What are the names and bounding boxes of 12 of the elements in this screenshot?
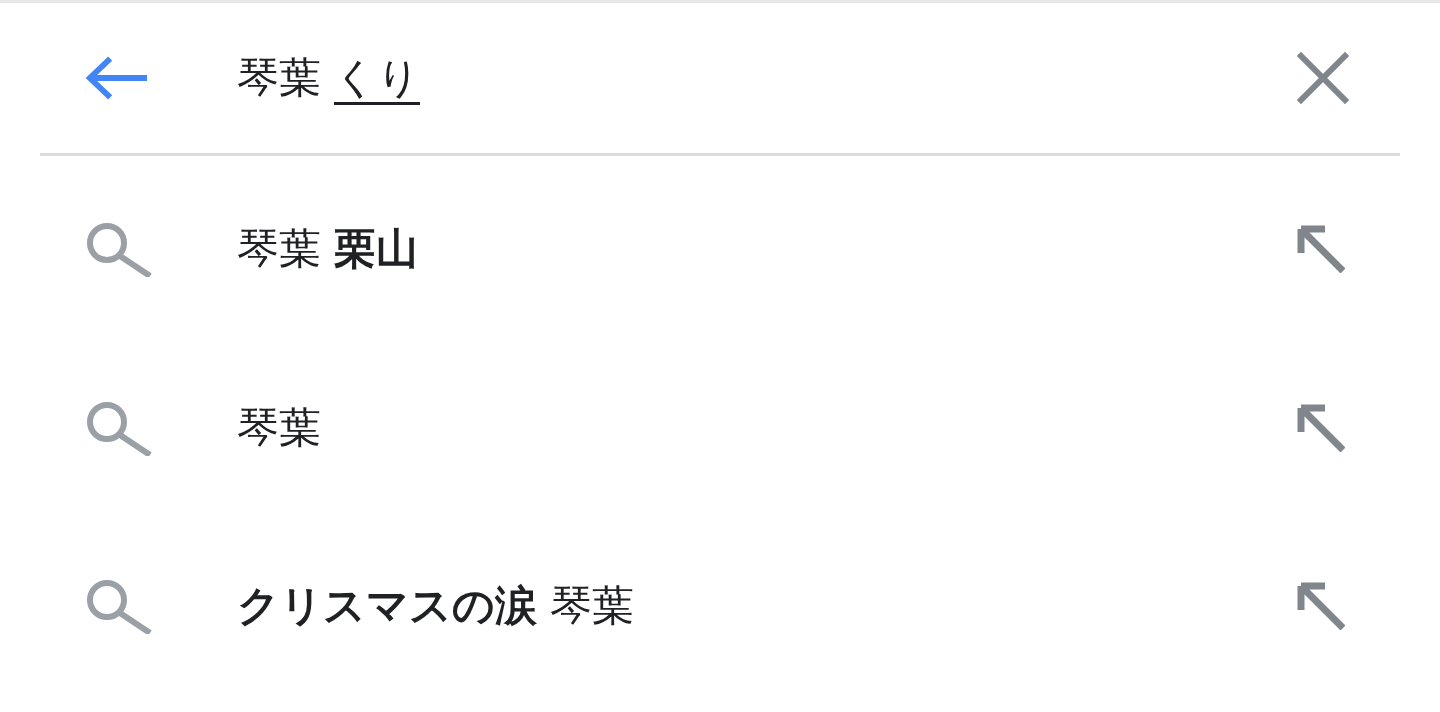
search-icon [85, 400, 155, 456]
search-icon [85, 578, 155, 634]
search-field[interactable]: 琴葉 くり [237, 48, 1296, 108]
fill-query-arrow-icon[interactable] [1297, 404, 1345, 452]
search-icon [85, 221, 155, 277]
suggestion[interactable]: クリスマスの涙 琴葉 [237, 578, 1297, 634]
close-icon[interactable] [1296, 51, 1350, 105]
fill-query-arrow-icon[interactable] [1297, 582, 1345, 630]
back-arrow-icon[interactable] [85, 55, 149, 101]
suggestion[interactable]: 琴葉 栗山 [237, 221, 1297, 277]
suggestion[interactable]: 琴葉 [237, 400, 1297, 456]
fill-query-arrow-icon[interactable] [1297, 225, 1345, 273]
